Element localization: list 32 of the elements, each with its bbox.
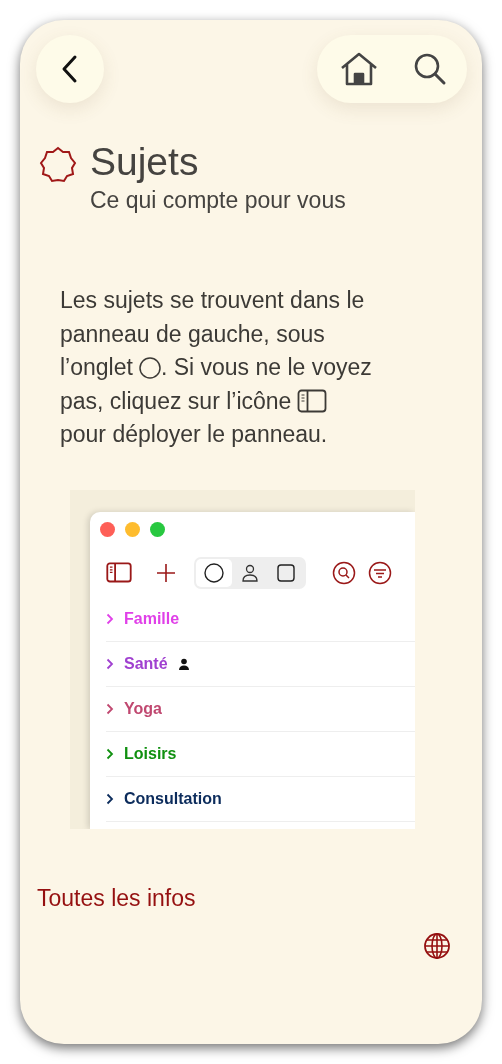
body-text: l’onglet (60, 353, 133, 382)
search-icon[interactable] (413, 52, 447, 86)
segment-tab[interactable] (196, 558, 232, 587)
filter-icon (368, 560, 392, 585)
plus-icon (156, 562, 176, 583)
topic-name[interactable]: Yoga (124, 699, 162, 718)
home-icon[interactable] (339, 51, 379, 87)
close-dot (100, 521, 115, 537)
globe-icon[interactable] (423, 931, 451, 960)
body-text: panneau de gauche, sous (60, 319, 325, 349)
sidebar-icon (297, 389, 328, 414)
topic-name[interactable]: Santé (124, 654, 168, 673)
page-title: Sujets (90, 139, 200, 185)
all-info-link[interactable]: Toutes les infos (37, 884, 196, 912)
circle-icon (138, 356, 161, 379)
body-text: pour déployer le panneau. (60, 420, 328, 449)
person-icon (241, 563, 259, 582)
chevron-icon[interactable] (106, 793, 114, 804)
body-text: . Si vous ne le voyez (160, 353, 372, 382)
circle-icon (204, 562, 224, 583)
topic-name[interactable]: Consultation (124, 789, 222, 808)
page-subtitle: Ce qui compte pour vous (90, 187, 346, 214)
search-icon (332, 560, 356, 585)
body-text: Les sujets se trouvent dans le (60, 286, 365, 315)
body-text: pas, cliquez sur l’icône (60, 386, 292, 416)
zoom-dot (150, 521, 165, 537)
topic-name[interactable]: Famille (124, 609, 180, 628)
square-icon (277, 563, 295, 582)
minimize-dot (125, 521, 140, 537)
topic-name[interactable]: Loisirs (124, 744, 177, 763)
sidebar-icon (106, 562, 132, 583)
badge-icon (38, 145, 78, 185)
